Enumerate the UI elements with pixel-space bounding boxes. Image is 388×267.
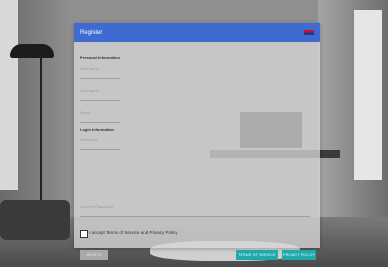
section-login-title: Login Information — [80, 127, 114, 132]
sofa — [0, 200, 70, 240]
register-dialog: Register Personal Information First name… — [74, 23, 320, 260]
last-name-field[interactable]: Last name — [80, 86, 120, 101]
terms-of-service-button[interactable]: Terms of Service — [236, 250, 278, 260]
password-field[interactable]: Password — [80, 135, 120, 150]
delete-button[interactable]: Delete — [80, 250, 108, 260]
dialog-header: Register — [74, 23, 320, 42]
first-name-field[interactable]: First name — [80, 64, 120, 79]
terms-checkbox-label: I accept Terms of Service and Privacy Po… — [89, 230, 178, 235]
confirm-password-field[interactable]: Confirm Password — [80, 202, 310, 217]
email-field[interactable]: Email — [80, 108, 120, 123]
terms-checkbox[interactable] — [80, 230, 88, 238]
window-left — [0, 0, 18, 190]
dialog-title: Register — [80, 29, 103, 36]
window-right — [354, 10, 382, 180]
privacy-policy-button[interactable]: Privacy Policy — [282, 250, 316, 260]
flag-icon[interactable] — [304, 30, 314, 35]
lamp-shade — [10, 44, 54, 58]
section-personal-title: Personal Information — [80, 55, 121, 60]
lamp-pole — [40, 56, 42, 216]
